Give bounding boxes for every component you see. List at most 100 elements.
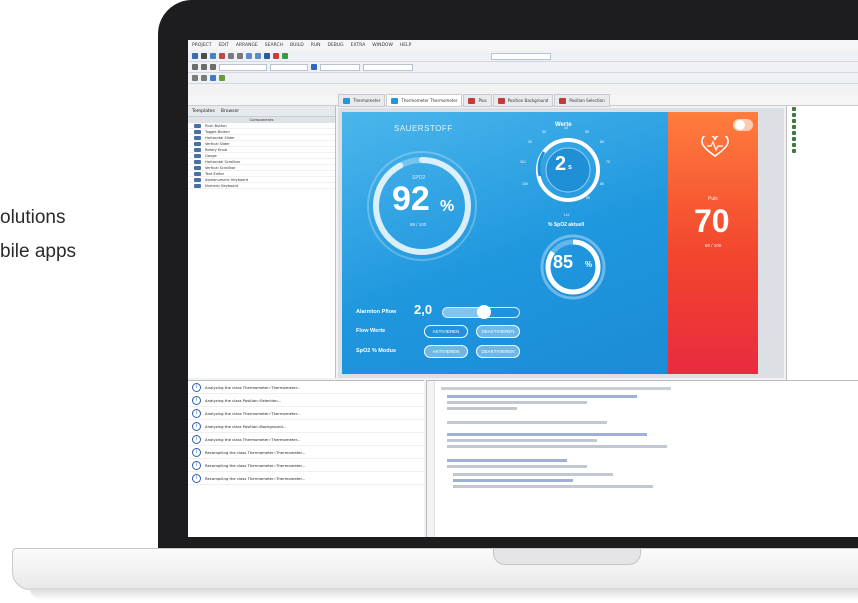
toggle-switch-icon[interactable]	[732, 118, 754, 132]
font-field[interactable]	[219, 63, 267, 71]
run-icon[interactable]	[273, 53, 279, 59]
undo-icon[interactable]	[246, 53, 252, 59]
spo2-unit: %	[585, 260, 593, 269]
zoom-icon[interactable]	[210, 75, 216, 81]
tab-thermometer[interactable]: Thermometer	[338, 94, 386, 107]
log-entry[interactable]: i Recompiling the class Thermometer::Ther…	[188, 446, 424, 459]
style-field[interactable]	[320, 63, 360, 71]
flow-deactivate-button[interactable]: DEAKTIVIEREN	[476, 325, 520, 338]
frequency-tick: 110	[520, 160, 526, 164]
component-label: Vertical Slider	[205, 141, 230, 146]
spo2-deactivate-button[interactable]: DEAKTIVIEREN	[476, 345, 520, 358]
laptop-notch	[493, 549, 641, 565]
code-gutter	[427, 381, 435, 537]
menu-bar: PROJECT EDIT ARRANGE SEARCH BUILD RUN DE…	[188, 40, 858, 50]
log-text: Recompiling the class Thermometer::Therm…	[205, 462, 306, 468]
toolbar-1	[188, 51, 858, 62]
pulse-value: 70	[694, 203, 730, 239]
new-icon[interactable]	[192, 53, 198, 59]
tab-position-selection[interactable]: Position Selection	[554, 94, 610, 107]
stage: { "tagline": {"line1": "olutions", "line…	[0, 0, 858, 603]
log-entry[interactable]: i Analyzing the class Position::Selection…	[188, 394, 424, 407]
menu-build[interactable]: BUILD	[290, 43, 304, 48]
mode-field[interactable]	[363, 63, 413, 71]
log-entry[interactable]: i Analyzing the class Thermometer::Thermo…	[188, 407, 424, 420]
snap-icon[interactable]	[201, 75, 207, 81]
tab-templates[interactable]: Templates	[192, 109, 215, 114]
menu-extra[interactable]: EXTRA	[351, 43, 366, 48]
build-icon[interactable]	[264, 53, 270, 59]
info-icon: i	[192, 447, 201, 457]
tab-thermometer-thermometer[interactable]: Thermometer Thermometer	[386, 94, 463, 107]
copy-icon[interactable]	[228, 53, 234, 59]
component-icon	[194, 135, 201, 140]
menu-arrange[interactable]: ARRANGE	[236, 43, 258, 48]
alarm-slider[interactable]	[442, 305, 520, 319]
flow-activate-button[interactable]: AKTIVIEREN	[424, 325, 468, 338]
color-icon[interactable]	[311, 64, 317, 70]
open-icon[interactable]	[201, 53, 207, 59]
log-entry[interactable]: i Analyzing the class Thermometer::Thermo…	[188, 433, 424, 446]
log-entry[interactable]: i Analyzing the class Thermometer::Thermo…	[188, 381, 424, 394]
component-label: Push Button	[205, 123, 227, 128]
spo2-activate-button[interactable]: AKTIVIEREN	[424, 345, 468, 358]
code-placeholder-line	[447, 459, 567, 462]
ide-window: PROJECT EDIT ARRANGE SEARCH BUILD RUN DE…	[188, 40, 858, 537]
inspector-panel	[786, 106, 858, 396]
tab-label: Plus	[478, 98, 487, 103]
menu-help[interactable]: HELP	[400, 43, 411, 48]
grid-icon[interactable]	[192, 75, 198, 81]
oxygen-value: 92	[392, 180, 430, 218]
component-item[interactable]: Numeric Keyboard	[188, 183, 335, 189]
redo-icon[interactable]	[255, 53, 261, 59]
inspector-row[interactable]	[787, 148, 858, 154]
menu-project[interactable]: PROJECT	[192, 43, 211, 48]
alarm-slider-thumb[interactable]	[476, 305, 491, 319]
templates-panel: Templates Browser Components Push Button…	[188, 106, 336, 378]
cut-icon[interactable]	[219, 53, 225, 59]
debug-icon[interactable]	[282, 53, 288, 59]
log-entry[interactable]: i Recompiling the class Thermometer::Ther…	[188, 459, 424, 472]
message-log: i Analyzing the class Thermometer::Thermo…	[188, 380, 424, 537]
code-placeholder-line	[453, 473, 613, 476]
menu-edit[interactable]: EDIT	[218, 43, 228, 48]
log-entry[interactable]: i Analyzing the class Position::Backgroun…	[188, 420, 424, 433]
tab-browser[interactable]: Browser	[221, 109, 239, 114]
menu-debug[interactable]: DEBUG	[327, 43, 343, 48]
paste-icon[interactable]	[237, 53, 243, 59]
component-label: Gauge	[205, 153, 217, 158]
toolbar-search-field[interactable]	[491, 52, 551, 60]
frequency-sub: Lbl	[564, 212, 570, 217]
tree-node-icon	[792, 125, 796, 129]
frequency-tick: 70	[606, 160, 610, 164]
size-field[interactable]	[270, 63, 308, 71]
info-icon: i	[192, 460, 201, 470]
tab-preview-icon	[391, 97, 399, 104]
component-icon	[194, 177, 201, 182]
log-text: Recompiling the class Thermometer::Therm…	[205, 449, 306, 455]
menu-run[interactable]: RUN	[311, 43, 321, 48]
component-icon	[194, 159, 201, 164]
tab-plus[interactable]: Plus	[463, 94, 492, 107]
log-entry[interactable]: i Recompiling the class Thermometer::Ther…	[188, 472, 424, 485]
component-label: Toggle Button	[205, 129, 230, 134]
alarm-value: 2,0	[414, 302, 433, 317]
code-placeholder-line	[447, 401, 587, 404]
flow-label: Flow Werte	[356, 328, 386, 334]
menu-window[interactable]: WINDOW	[372, 43, 393, 48]
save-icon[interactable]	[210, 53, 216, 59]
pulse-range: 60 / 100	[705, 243, 722, 248]
menu-search[interactable]: SEARCH	[265, 43, 283, 48]
tab-preview-icon	[497, 97, 505, 104]
align-center-icon[interactable]	[201, 64, 207, 70]
play-icon[interactable]	[219, 75, 225, 81]
code-editor[interactable]	[426, 380, 858, 537]
info-icon: i	[192, 382, 201, 392]
tab-label: Position Background	[507, 98, 549, 103]
align-left-icon[interactable]	[192, 64, 198, 70]
frequency-tick: 40	[564, 126, 568, 130]
info-icon: i	[192, 395, 201, 405]
tab-position-background[interactable]: Position Background	[492, 94, 554, 107]
align-right-icon[interactable]	[210, 64, 216, 70]
component-icon	[194, 171, 201, 176]
